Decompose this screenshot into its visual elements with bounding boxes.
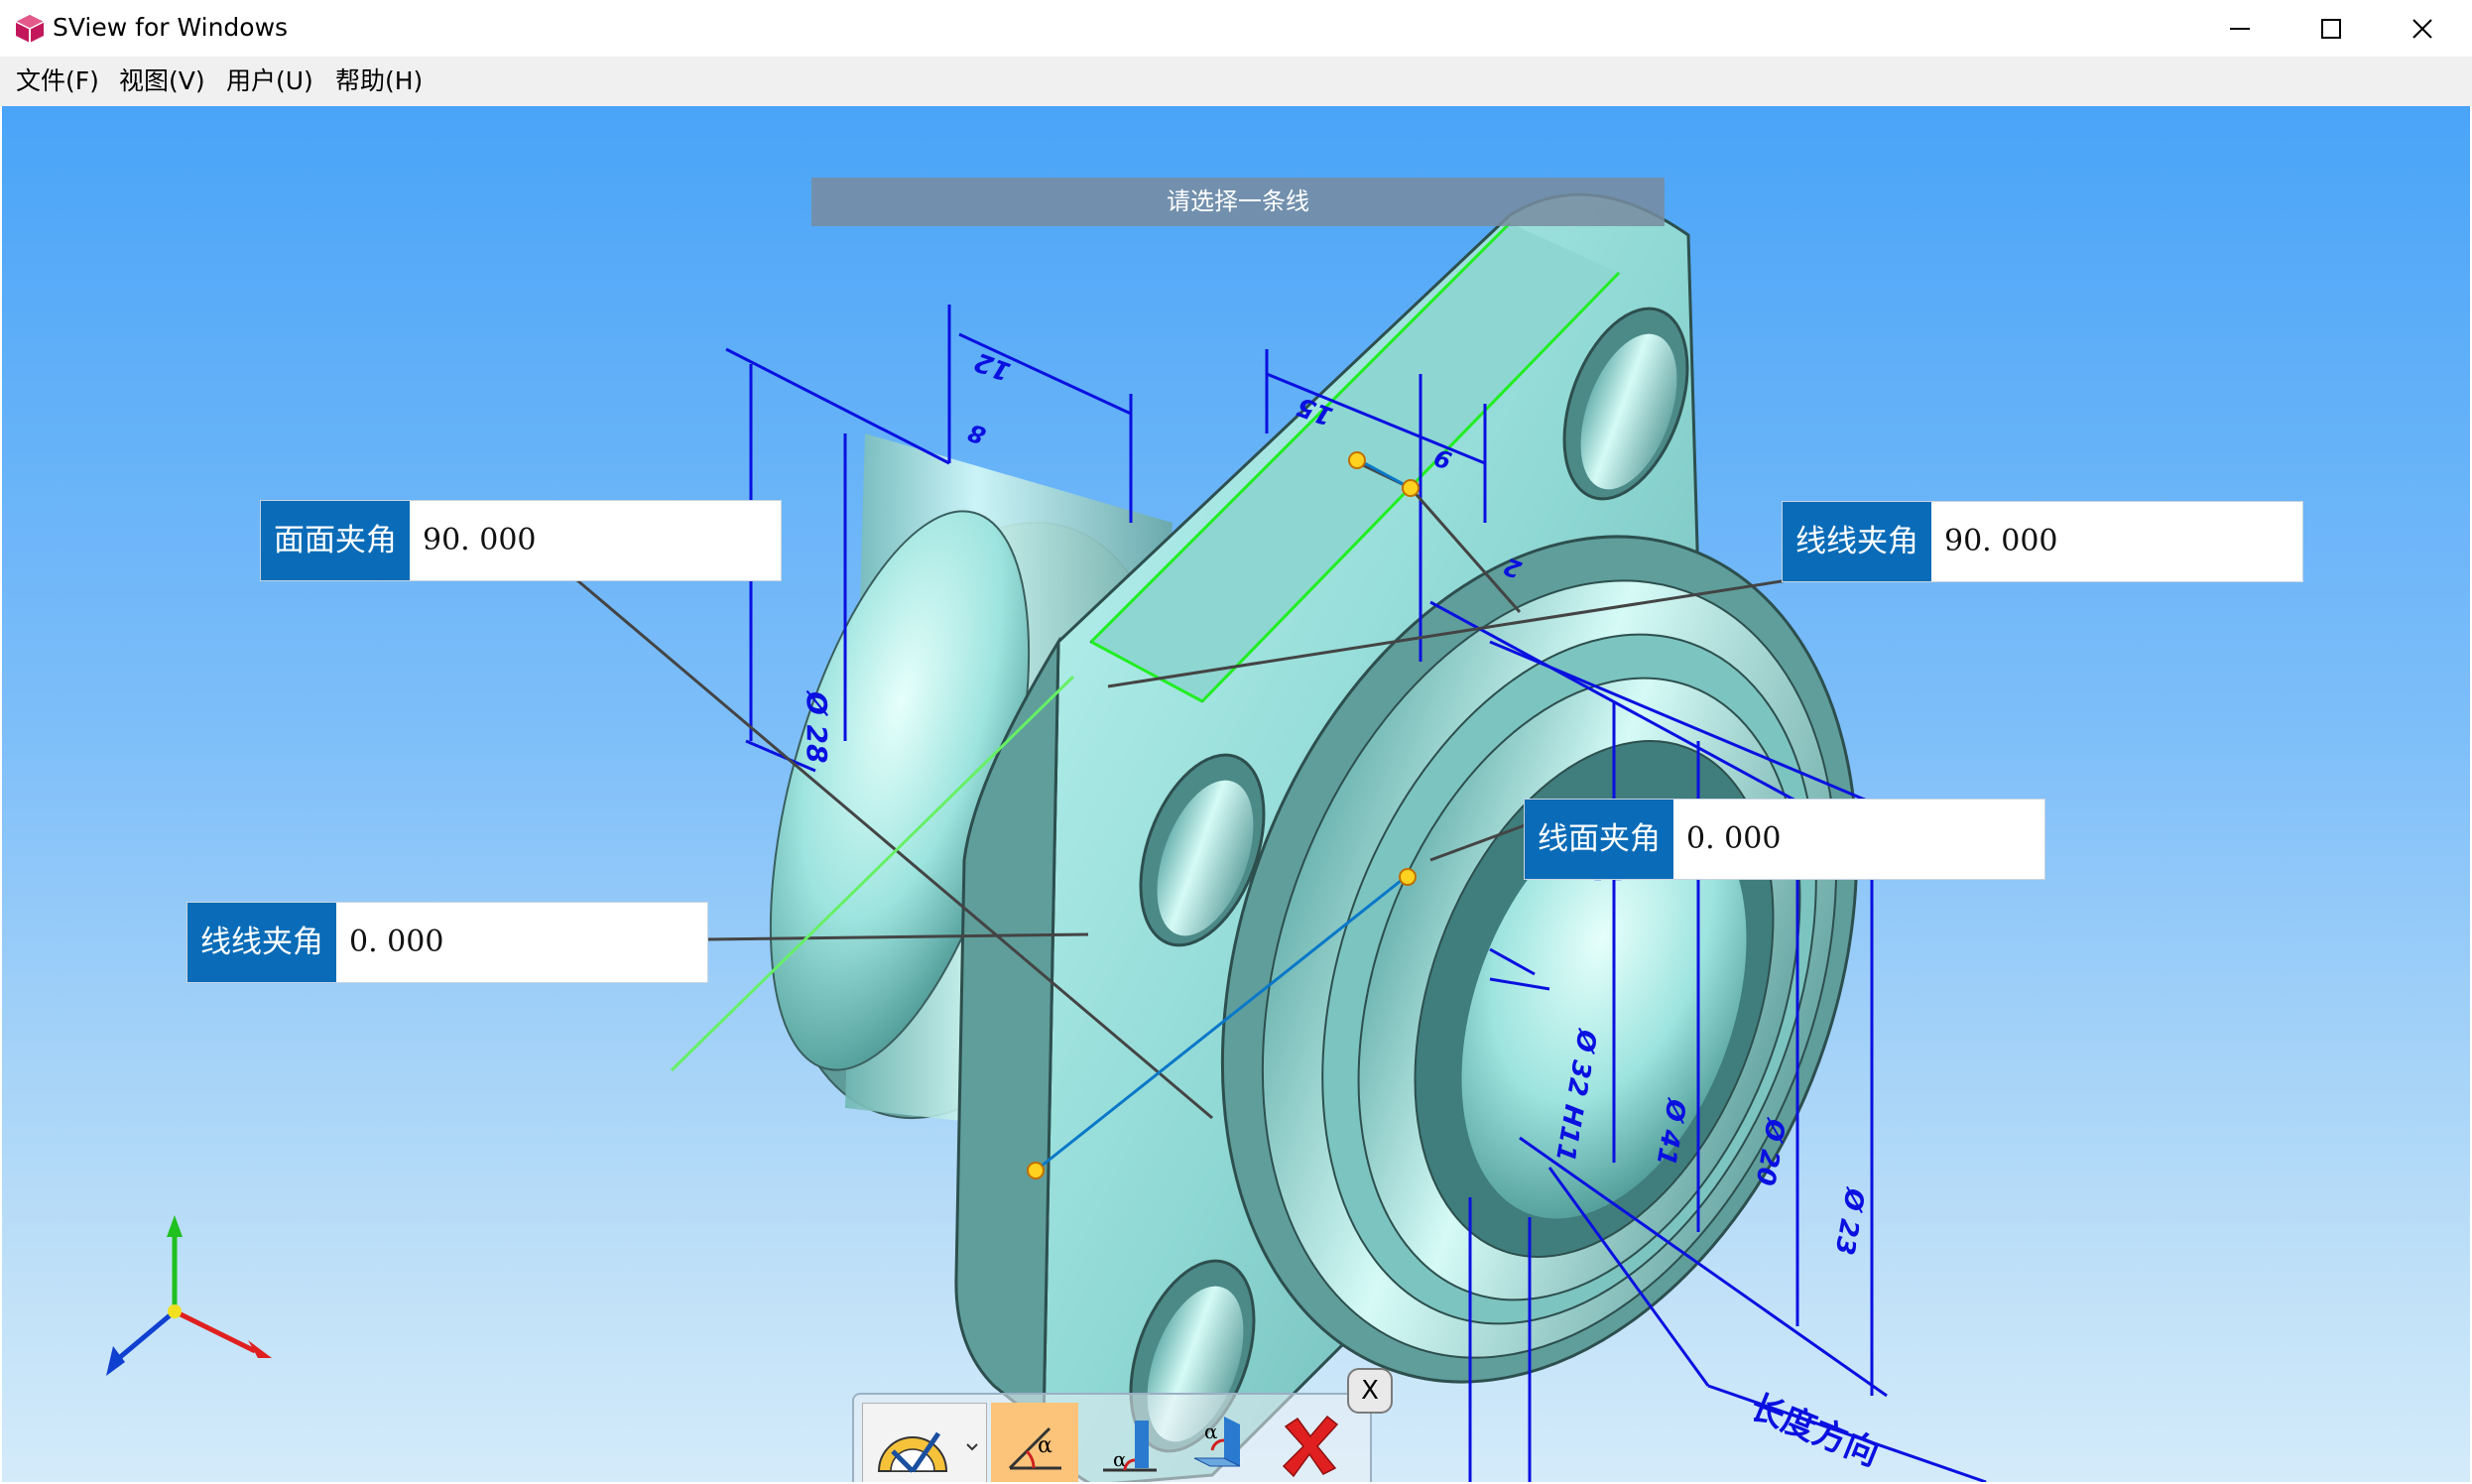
menu-view[interactable]: 视图(V): [119, 66, 205, 96]
cancel-measure-tool[interactable]: [1271, 1403, 1350, 1482]
measure-type-dropdown[interactable]: [862, 1403, 987, 1482]
axis-triad: [106, 1215, 272, 1376]
line-line-angle-readout[interactable]: 线线夹角 90. 000: [1782, 501, 2303, 582]
line-face-icon: α: [1103, 1421, 1157, 1472]
svg-text:Ø 23: Ø 23: [1828, 1184, 1870, 1257]
face-face-icon: α: [1193, 1417, 1241, 1467]
measure-value: 90. 000: [1944, 524, 2058, 558]
menu-file[interactable]: 文件(F): [16, 66, 99, 96]
measure-value: 0. 000: [349, 925, 444, 959]
window-title: SView for Windows: [53, 13, 289, 42]
svg-text:Ø 28: Ø 28: [801, 689, 833, 764]
sview-logo-icon: [15, 15, 45, 43]
3d-viewport[interactable]: 12 8 15 9 2 Ø 28 A Ø 32 H11 Ø 41 Ø 20 Ø …: [2, 106, 2470, 1482]
face-face-angle-tool[interactable]: α: [991, 1403, 1078, 1482]
angle-icon: α: [1008, 1426, 1061, 1470]
face-face-angle-readout[interactable]: 面面夹角 90. 000: [260, 500, 782, 581]
close-toolbar-button[interactable]: X: [1347, 1368, 1393, 1414]
close-icon: [2412, 19, 2432, 39]
protractor-icon: [877, 1431, 948, 1473]
svg-text:α: α: [1038, 1433, 1052, 1458]
menu-user[interactable]: 用户(U): [226, 66, 313, 96]
app-window: SView for Windows 文件(F) 视图(V) 用户(U) 帮助(H…: [0, 0, 2472, 1484]
measure-value: 90. 000: [423, 523, 537, 557]
line-line-angle-readout-2[interactable]: 线线夹角 0. 000: [186, 902, 708, 983]
maximize-icon: [2321, 19, 2341, 39]
title-bar: SView for Windows: [0, 0, 2472, 57]
measure-label: 线面夹角: [1525, 800, 1673, 879]
measure-value: 0. 000: [1686, 821, 1782, 856]
measure-label: 线线夹角: [187, 903, 336, 982]
red-x-icon: [1282, 1415, 1339, 1478]
line-face-angle-tool[interactable]: α: [1090, 1403, 1170, 1482]
close-button[interactable]: [2377, 0, 2468, 57]
svg-text:8: 8: [964, 418, 989, 449]
svg-text:12: 12: [971, 346, 1015, 387]
selection-prompt: 请选择一条线: [811, 178, 1665, 226]
menu-bar: 文件(F) 视图(V) 用户(U) 帮助(H): [0, 57, 2472, 106]
maximize-button[interactable]: [2286, 0, 2377, 57]
measure-label: 线线夹角: [1783, 502, 1931, 581]
minimize-icon: [2230, 28, 2250, 30]
measure-label: 面面夹角: [261, 501, 410, 580]
line-line-angle-tool[interactable]: α: [1179, 1403, 1259, 1482]
line-face-angle-readout[interactable]: 线面夹角 0. 000: [1524, 799, 2045, 880]
chevron-down-icon: [966, 1443, 978, 1451]
menu-help[interactable]: 帮助(H): [335, 66, 423, 96]
angle-measure-toolbar: α α α: [852, 1393, 1372, 1482]
cad-model-scene[interactable]: 12 8 15 9 2 Ø 28 A Ø 32 H11 Ø 41 Ø 20 Ø …: [2, 106, 2470, 1482]
minimize-button[interactable]: [2194, 0, 2286, 57]
svg-text:α: α: [1204, 1420, 1218, 1443]
svg-text:长度方向: 长度方向: [1745, 1387, 1885, 1474]
